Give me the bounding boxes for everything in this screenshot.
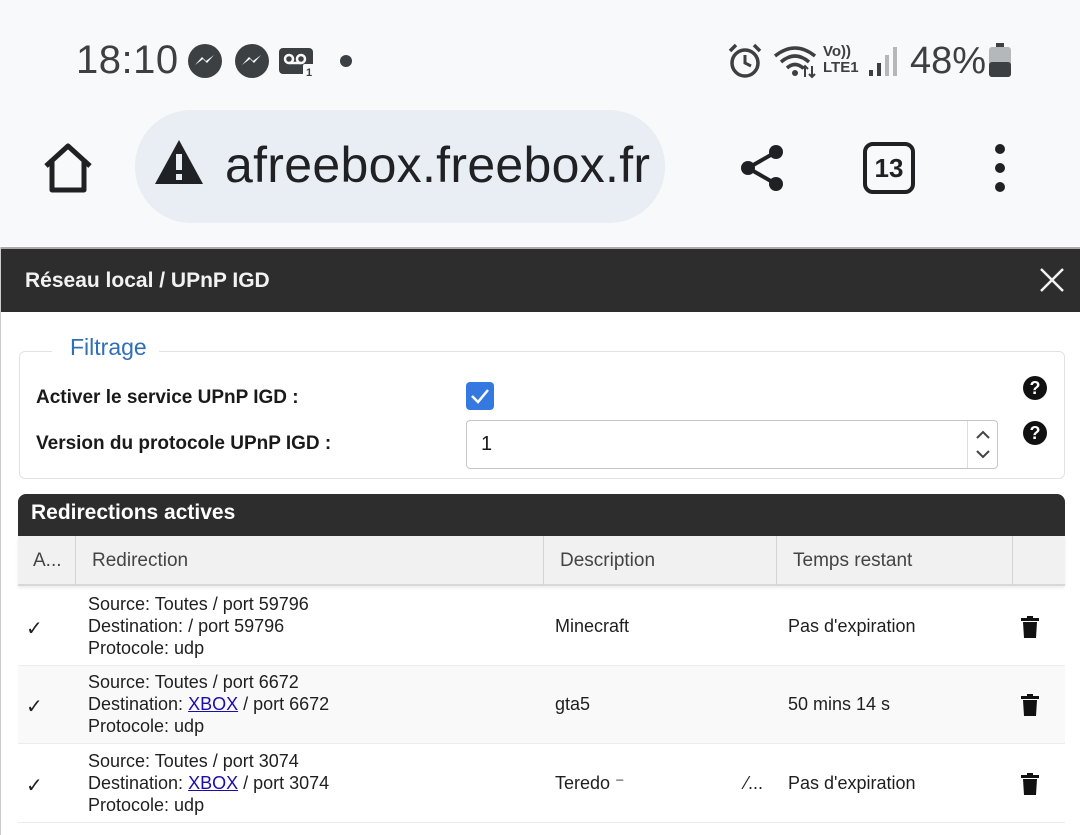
- status-bar: 18:10 1 Vo)) LTE1 48%: [0, 0, 1080, 120]
- overflow-menu-icon[interactable]: [988, 138, 1012, 198]
- version-stepper[interactable]: [967, 421, 997, 468]
- source-text: Source: Toutes / port 3074: [88, 751, 299, 771]
- destination-text: Destination: / port 59796: [88, 616, 285, 636]
- status-time: 18:10: [76, 38, 179, 82]
- tab-switcher-button[interactable]: 13: [863, 142, 915, 194]
- dialog-header: Réseau local / UPnP IGD: [1, 247, 1080, 312]
- voicemail-badge: 1: [306, 67, 312, 79]
- destination-text: Destination: XBOX / port 6672: [88, 694, 330, 714]
- delete-icon[interactable]: [1021, 773, 1039, 795]
- table-row: ✓ Source: Toutes / port 59796 Destinatio…: [18, 588, 1065, 666]
- table-row: ✓ Source: Toutes / port 3074 Destination…: [18, 745, 1065, 823]
- warning-icon[interactable]: [153, 138, 205, 186]
- enable-upnp-label: Activer le service UPnP IGD :: [36, 387, 299, 408]
- checkmark-icon: [471, 389, 489, 404]
- protocol-version-input[interactable]: 1: [466, 420, 998, 469]
- filter-legend: Filtrage: [52, 334, 159, 361]
- messenger-icon: [235, 44, 269, 78]
- table-header: A... Redirection Description Temps resta…: [18, 536, 1065, 586]
- enable-upnp-checkbox[interactable]: [466, 382, 494, 410]
- protocol-version-value[interactable]: 1: [481, 433, 492, 456]
- redirections-panel: Redirections actives A... Redirection De…: [18, 494, 1065, 835]
- network-label: Vo)) LTE1: [823, 43, 859, 76]
- share-icon[interactable]: [736, 142, 788, 194]
- source-text: Source: Toutes / port 59796: [88, 594, 309, 614]
- wifi-icon: [773, 46, 817, 79]
- close-icon[interactable]: [1037, 265, 1067, 295]
- column-header-actions: [1013, 536, 1065, 586]
- protocol-version-label: Version du protocole UPnP IGD :: [36, 433, 332, 454]
- protocol-text: Protocole: udp: [88, 716, 205, 736]
- chevron-up-icon: [976, 430, 990, 439]
- help-icon[interactable]: ?: [1023, 376, 1047, 400]
- panel-title: Redirections actives: [31, 501, 236, 524]
- battery-percent: 48%: [910, 40, 987, 82]
- active-check: ✓: [26, 775, 43, 797]
- signal-icon: [869, 47, 897, 76]
- protocol-text: Protocole: udp: [88, 638, 205, 658]
- table-row: ✓ Source: Toutes / port 6672 Destination…: [18, 666, 1065, 744]
- column-header-description[interactable]: Description: [544, 536, 777, 586]
- notification-dot: [340, 55, 352, 67]
- destination-text: Destination: XBOX / port 3074: [88, 773, 330, 793]
- device-link[interactable]: XBOX: [188, 694, 238, 714]
- browser-toolbar: afreebox.freebox.fr 13: [0, 110, 1080, 246]
- device-link[interactable]: XBOX: [188, 773, 238, 793]
- help-icon[interactable]: ?: [1023, 421, 1047, 445]
- upnp-dialog: Réseau local / UPnP IGD Filtrage Activer…: [0, 247, 1080, 835]
- battery-icon: [989, 43, 1011, 77]
- protocol-text: Protocole: udp: [88, 795, 205, 815]
- delete-icon[interactable]: [1021, 694, 1039, 716]
- redirection-cell: Source: Toutes / port 3074 Destination: …: [88, 750, 329, 828]
- delete-icon[interactable]: [1021, 616, 1039, 638]
- column-header-remaining[interactable]: Temps restant: [777, 536, 1013, 586]
- dialog-title: Réseau local / UPnP IGD: [25, 269, 270, 292]
- column-header-active[interactable]: A...: [18, 536, 76, 586]
- alarm-icon: [728, 43, 762, 78]
- panel-header: Redirections actives: [18, 494, 1065, 536]
- source-text: Source: Toutes / port 6672: [88, 672, 299, 692]
- column-header-redirection[interactable]: Redirection: [76, 536, 544, 586]
- chevron-down-icon: [976, 450, 990, 459]
- url-text[interactable]: afreebox.freebox.fr: [225, 136, 650, 194]
- redirection-cell: Source: Toutes / port 6672 Destination: …: [88, 671, 329, 749]
- remaining-time-cell: Pas d'expiration: [788, 773, 916, 793]
- description-cell: Teredo ⁻ ⁄...: [555, 773, 764, 793]
- url-bar[interactable]: afreebox.freebox.fr: [135, 110, 665, 223]
- messenger-icon: [188, 44, 222, 78]
- redirection-cell: Source: Toutes / port 59796 Destination:…: [88, 593, 309, 671]
- home-icon[interactable]: [38, 138, 98, 198]
- voicemail-icon: 1: [279, 48, 315, 79]
